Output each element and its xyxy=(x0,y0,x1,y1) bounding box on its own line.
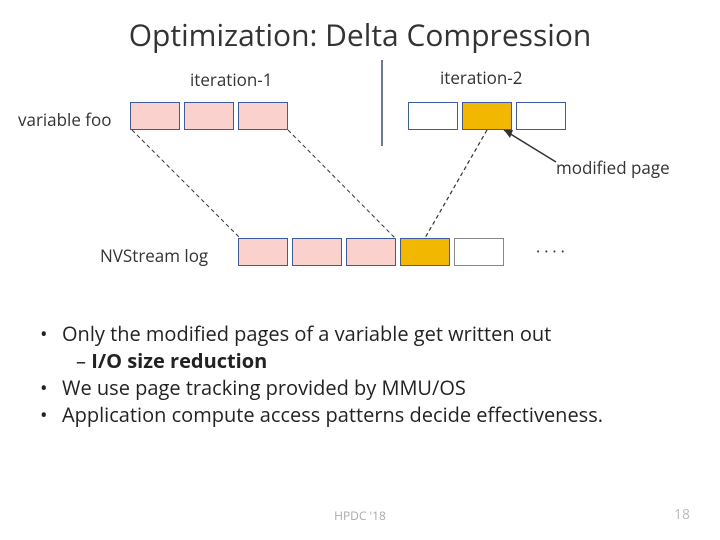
footer-venue: HPDC '18 xyxy=(0,507,720,524)
iter1-page-2 xyxy=(184,102,234,130)
diagram: iteration-1 iteration-2 variable foo mod… xyxy=(0,60,720,290)
log-page-2 xyxy=(292,238,342,266)
page-title: Optimization: Delta Compression xyxy=(0,0,720,55)
iteration-1-label: iteration-1 xyxy=(190,68,273,91)
bullet-3: • Application compute access patterns de… xyxy=(40,401,680,428)
footer-page-number: 18 xyxy=(674,505,690,524)
log-page-3 xyxy=(346,238,396,266)
iter2-page-2-modified xyxy=(462,102,512,130)
iter2-page-3 xyxy=(516,102,566,130)
iter1-page-1 xyxy=(130,102,180,130)
bullet-list: • Only the modified pages of a variable … xyxy=(40,320,680,428)
log-page-1 xyxy=(238,238,288,266)
ellipsis: ···· xyxy=(536,240,569,262)
bullet-1-sub: – I/O size reduction xyxy=(76,347,680,374)
bullet-1: • Only the modified pages of a variable … xyxy=(40,320,680,347)
iter2-page-1 xyxy=(408,102,458,130)
iteration-2-label: iteration-2 xyxy=(440,66,523,89)
modified-page-label: modified page xyxy=(556,156,670,179)
variable-label: variable foo xyxy=(18,108,111,131)
log-page-4-modified xyxy=(400,238,450,266)
bullet-2: • We use page tracking provided by MMU/O… xyxy=(40,374,680,401)
iter1-page-3 xyxy=(238,102,288,130)
nvstream-log-label: NVStream log xyxy=(100,244,208,267)
log-page-5 xyxy=(454,238,504,266)
